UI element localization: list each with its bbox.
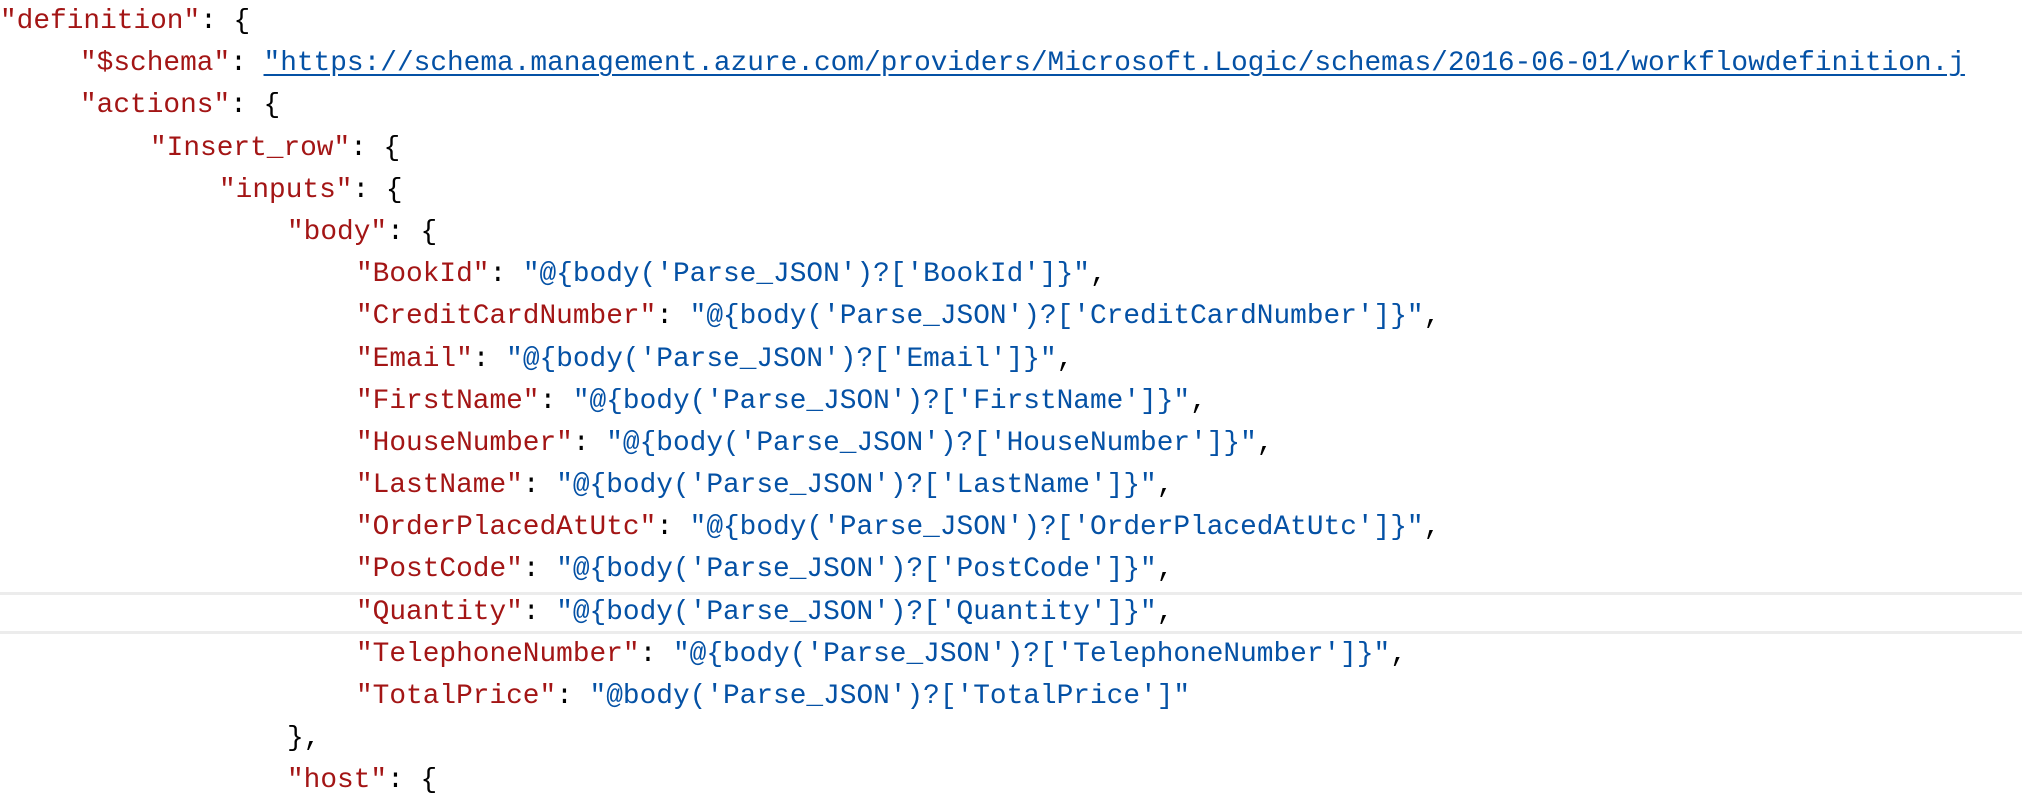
trailing-comma: , xyxy=(1423,301,1441,333)
code-line[interactable]: "OrderPlacedAtUtc": "@{body('Parse_JSON'… xyxy=(0,507,2022,549)
json-key: "HouseNumber" xyxy=(356,427,573,459)
json-string-value: "@{body('Parse_JSON')?['LastName']}" xyxy=(556,470,1157,502)
bracket: { xyxy=(263,90,281,122)
json-key: "definition" xyxy=(0,6,201,37)
json-key: "OrderPlacedAtUtc" xyxy=(356,512,657,544)
json-string-value: "@{body('Parse_JSON')?['OrderPlacedAtUtc… xyxy=(689,512,1424,544)
json-key: "CreditCardNumber" xyxy=(356,301,657,333)
json-string-value: "@{body('Parse_JSON')?['FirstName']}" xyxy=(572,385,1191,417)
code-line[interactable]: "host": { xyxy=(0,760,2022,802)
bracket: { xyxy=(383,132,401,164)
json-key: "PostCode" xyxy=(356,554,523,586)
json-string-value: "@{body('Parse_JSON')?['HouseNumber']}" xyxy=(606,427,1257,459)
schema-link[interactable]: "https://schema.management.azure.com/pro… xyxy=(264,48,1965,79)
json-key: "Insert_row" xyxy=(150,132,351,164)
trailing-comma: , xyxy=(1156,470,1174,502)
separator: : xyxy=(230,90,264,122)
separator: : xyxy=(572,427,607,459)
separator: : xyxy=(639,638,673,670)
separator: : xyxy=(387,216,421,248)
trailing-comma: , xyxy=(1423,512,1441,544)
json-key: "body" xyxy=(287,216,388,248)
json-string-value: "@body('Parse_JSON')?['TotalPrice']" xyxy=(589,681,1191,712)
json-string-value: "@{body('Parse_JSON')?['Quantity']}" xyxy=(556,596,1157,628)
separator: : xyxy=(522,470,557,502)
code-line-current[interactable]: "Quantity": "@{body('Parse_JSON')?['Quan… xyxy=(0,591,2022,634)
code-line[interactable]: "TotalPrice": "@body('Parse_JSON')?['Tot… xyxy=(0,676,2022,718)
separator: : xyxy=(200,6,234,37)
trailing-comma: , xyxy=(1190,385,1207,417)
separator: : xyxy=(230,48,264,80)
separator: : xyxy=(522,596,557,628)
separator: : xyxy=(350,132,384,164)
json-key: "FirstName" xyxy=(356,385,540,417)
json-key: "inputs" xyxy=(219,174,353,206)
json-key: "TelephoneNumber" xyxy=(356,638,640,670)
trailing-comma: , xyxy=(1156,554,1174,586)
code-line[interactable]: "Insert_row": { xyxy=(0,128,2022,170)
code-line[interactable]: "definition": { xyxy=(0,1,2022,43)
trailing-comma: , xyxy=(1089,259,1107,291)
json-key: "$schema" xyxy=(80,48,231,80)
trailing-comma: , xyxy=(1390,638,1407,670)
bracket: { xyxy=(233,6,251,37)
code-line[interactable]: "inputs": { xyxy=(0,170,2022,212)
json-string-value: "@{body('Parse_JSON')?['CreditCardNumber… xyxy=(689,301,1424,333)
separator: : xyxy=(522,554,557,586)
code-line[interactable]: "actions": { xyxy=(0,85,2022,127)
separator: : xyxy=(539,385,573,417)
separator: : xyxy=(656,512,690,544)
separator: : xyxy=(556,681,590,712)
code-line[interactable]: "$schema": "https://schema.management.az… xyxy=(0,43,2022,85)
separator: : xyxy=(472,343,507,375)
trailing-comma: , xyxy=(1256,427,1274,459)
separator: : xyxy=(352,174,386,206)
json-key: "actions" xyxy=(80,90,231,122)
trailing-comma: , xyxy=(1156,596,1174,628)
trailing-comma: , xyxy=(1056,343,1074,375)
json-string-value: "@{body('Parse_JSON')?['TelephoneNumber'… xyxy=(672,638,1391,670)
separator: : xyxy=(656,301,690,333)
bracket: { xyxy=(420,216,438,248)
code-line[interactable]: "CreditCardNumber": "@{body('Parse_JSON'… xyxy=(0,296,2022,338)
bracket: }, xyxy=(287,723,321,755)
separator: : xyxy=(489,259,523,291)
code-line[interactable]: "HouseNumber": "@{body('Parse_JSON')?['H… xyxy=(0,423,2022,465)
code-line[interactable]: "Email": "@{body('Parse_JSON')?['Email']… xyxy=(0,339,2022,381)
json-string-value: "@{body('Parse_JSON')?['PostCode']}" xyxy=(556,554,1157,586)
code-editor[interactable]: "definition": {"$schema": "https://schem… xyxy=(0,1,2022,803)
json-string-value: "@{body('Parse_JSON')?['Email']}" xyxy=(506,343,1057,375)
code-line[interactable]: }, xyxy=(0,718,2022,760)
json-key: "LastName" xyxy=(356,470,523,502)
bracket: { xyxy=(385,174,403,206)
code-line[interactable]: "body": { xyxy=(0,212,2022,254)
json-string-value: "@{body('Parse_JSON')?['BookId']}" xyxy=(522,259,1090,291)
json-key: "Quantity" xyxy=(356,596,523,628)
code-line[interactable]: "FirstName": "@{body('Parse_JSON')?['Fir… xyxy=(0,381,2022,423)
code-line[interactable]: "BookId": "@{body('Parse_JSON')?['BookId… xyxy=(0,254,2022,296)
code-line[interactable]: "PostCode": "@{body('Parse_JSON')?['Post… xyxy=(0,549,2022,591)
json-key: "Email" xyxy=(356,343,473,375)
code-line[interactable]: "LastName": "@{body('Parse_JSON')?['Last… xyxy=(0,465,2022,507)
json-key: "TotalPrice" xyxy=(356,681,557,712)
json-key: "BookId" xyxy=(356,259,490,291)
code-line[interactable]: "TelephoneNumber": "@{body('Parse_JSON')… xyxy=(0,634,2022,676)
